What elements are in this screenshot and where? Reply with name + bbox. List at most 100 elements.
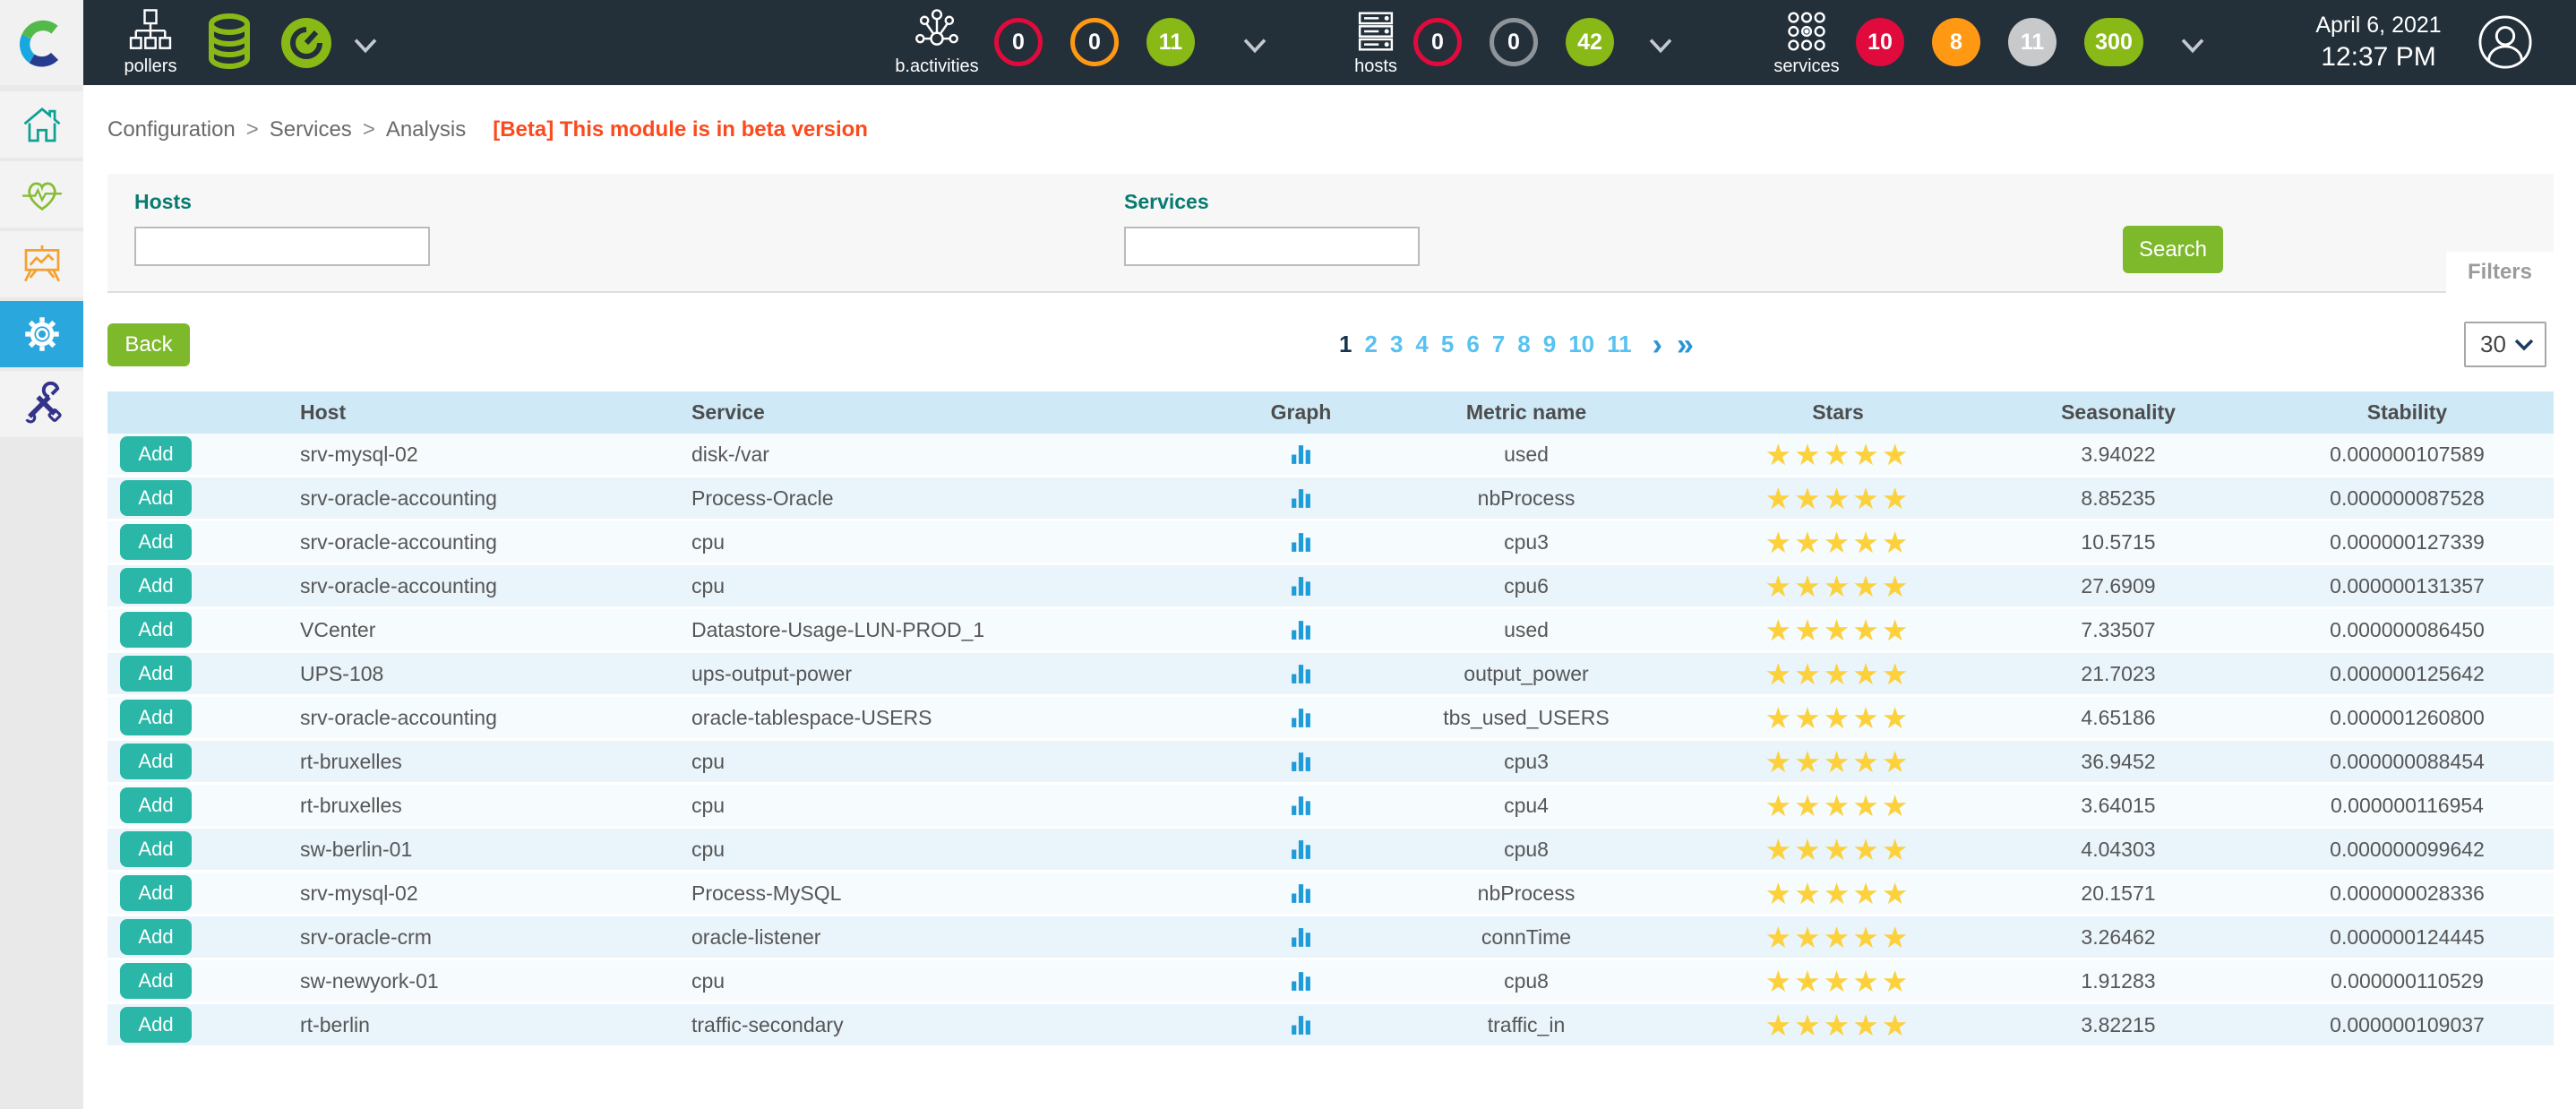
pagination: 123456789 10 11 › » bbox=[1333, 331, 1694, 358]
status-counter[interactable]: 42 bbox=[1566, 18, 1614, 66]
pollers-status[interactable]: pollers bbox=[115, 0, 186, 85]
services-filter-input[interactable] bbox=[1124, 227, 1420, 266]
page-link[interactable]: 9 bbox=[1543, 331, 1556, 358]
metric-cell: connTime bbox=[1352, 916, 1700, 958]
table-row: Addsrv-oracle-accountingcpucpu3★★★★★10.5… bbox=[107, 521, 2554, 565]
search-button[interactable]: Search bbox=[2123, 226, 2223, 273]
add-button[interactable]: Add bbox=[120, 831, 192, 867]
filters-tab[interactable]: Filters bbox=[2446, 252, 2554, 293]
stability-cell: 0.000000086450 bbox=[2261, 609, 2554, 650]
add-button[interactable]: Add bbox=[120, 612, 192, 648]
page-link[interactable]: 6 bbox=[1466, 331, 1479, 358]
graph-link[interactable] bbox=[1289, 750, 1313, 774]
add-button[interactable]: Add bbox=[120, 568, 192, 604]
graph-link[interactable] bbox=[1289, 969, 1313, 993]
pollers-chevron-icon[interactable] bbox=[351, 36, 380, 60]
status-counter[interactable]: 8 bbox=[1932, 18, 1980, 66]
host-cell: srv-mysql-02 bbox=[300, 873, 691, 914]
add-button[interactable]: Add bbox=[120, 744, 192, 779]
stars-cell: ★★★★★ bbox=[1700, 741, 1976, 782]
graph-link[interactable] bbox=[1289, 618, 1313, 642]
graph-link[interactable] bbox=[1289, 1013, 1313, 1037]
ba-chevron-icon[interactable] bbox=[1241, 36, 1269, 60]
clock-date: April 6, 2021 bbox=[2315, 13, 2441, 39]
page-link[interactable]: 1 bbox=[1339, 331, 1352, 358]
stability-cell: 0.000000099642 bbox=[2261, 829, 2554, 870]
clock: April 6, 2021 12:37 PM bbox=[2300, 0, 2457, 85]
stars-cell: ★★★★★ bbox=[1700, 1004, 1976, 1045]
service-cell: Process-MySQL bbox=[691, 873, 1249, 914]
poller-latency-gauge-icon[interactable] bbox=[278, 13, 335, 76]
graph-link[interactable] bbox=[1289, 794, 1313, 818]
add-button[interactable]: Add bbox=[120, 524, 192, 560]
graph-link[interactable] bbox=[1289, 881, 1313, 906]
home-icon bbox=[20, 102, 64, 147]
page-link[interactable]: 2 bbox=[1364, 331, 1377, 358]
page-link[interactable]: 5 bbox=[1441, 331, 1454, 358]
last-page-icon[interactable]: » bbox=[1677, 333, 1694, 357]
service-cell: oracle-listener bbox=[691, 916, 1249, 958]
page-link[interactable]: 3 bbox=[1390, 331, 1403, 358]
status-counter[interactable]: 0 bbox=[1490, 18, 1538, 66]
add-button[interactable]: Add bbox=[120, 875, 192, 911]
add-button[interactable]: Add bbox=[120, 700, 192, 735]
host-cell: UPS-108 bbox=[300, 653, 691, 694]
status-counter[interactable]: 11 bbox=[1146, 18, 1195, 66]
host-cell: srv-oracle-accounting bbox=[300, 565, 691, 606]
page-link[interactable]: 11 bbox=[1607, 331, 1632, 358]
graph-link[interactable] bbox=[1289, 706, 1313, 730]
graph-link[interactable] bbox=[1289, 925, 1313, 950]
add-button[interactable]: Add bbox=[120, 787, 192, 823]
graph-link[interactable] bbox=[1289, 838, 1313, 862]
status-counter[interactable]: 0 bbox=[1070, 18, 1119, 66]
seasonality-cell: 20.1571 bbox=[1976, 873, 2261, 914]
graph-link[interactable] bbox=[1289, 574, 1313, 598]
add-button[interactable]: Add bbox=[120, 656, 192, 692]
user-avatar-icon[interactable] bbox=[2477, 14, 2533, 74]
sidebar-item-home[interactable] bbox=[0, 91, 83, 158]
poller-database-icon[interactable] bbox=[201, 13, 258, 76]
column-header: Graph bbox=[1249, 391, 1352, 434]
breadcrumb-item[interactable]: Configuration bbox=[107, 117, 236, 142]
breadcrumb-item[interactable]: Services bbox=[270, 117, 352, 142]
sidebar-item-reporting[interactable] bbox=[0, 231, 83, 297]
status-counter[interactable]: 11 bbox=[2008, 18, 2057, 66]
status-counter[interactable]: 0 bbox=[1413, 18, 1462, 66]
sidebar-item-configuration[interactable] bbox=[0, 301, 83, 367]
star-rating: ★★★★★ bbox=[1765, 1010, 1911, 1040]
services-status[interactable]: services bbox=[1766, 0, 1847, 85]
add-button[interactable]: Add bbox=[120, 480, 192, 516]
service-cell: cpu bbox=[691, 521, 1249, 563]
graph-link[interactable] bbox=[1289, 662, 1313, 686]
page-link[interactable]: 7 bbox=[1492, 331, 1505, 358]
page-link[interactable]: 4 bbox=[1415, 331, 1428, 358]
page-link[interactable]: 10 bbox=[1568, 331, 1594, 358]
graph-link[interactable] bbox=[1289, 486, 1313, 511]
hosts-status[interactable]: hosts bbox=[1338, 0, 1413, 85]
hosts-filter-input[interactable] bbox=[134, 227, 430, 266]
services-chevron-icon[interactable] bbox=[2178, 36, 2207, 60]
status-counter[interactable]: 10 bbox=[1856, 18, 1904, 66]
hosts-chevron-icon[interactable] bbox=[1646, 36, 1675, 60]
next-page-icon[interactable]: › bbox=[1653, 333, 1662, 357]
page-size-select[interactable]: 30 bbox=[2464, 322, 2546, 367]
ba-status[interactable]: b.activities bbox=[880, 0, 993, 85]
back-button[interactable]: Back bbox=[107, 323, 190, 366]
host-cell: srv-mysql-02 bbox=[300, 434, 691, 475]
stars-cell: ★★★★★ bbox=[1700, 653, 1976, 694]
sidebar-item-administration[interactable] bbox=[0, 371, 83, 437]
star-rating: ★★★★★ bbox=[1765, 528, 1911, 557]
sidebar-item-monitoring[interactable] bbox=[0, 161, 83, 228]
status-counter[interactable]: 300 bbox=[2084, 18, 2143, 66]
graph-link[interactable] bbox=[1289, 530, 1313, 554]
add-button[interactable]: Add bbox=[120, 919, 192, 955]
add-button[interactable]: Add bbox=[120, 436, 192, 472]
breadcrumb-item[interactable]: Analysis bbox=[386, 117, 466, 142]
add-button[interactable]: Add bbox=[120, 963, 192, 999]
centreon-logo[interactable] bbox=[0, 0, 83, 85]
graph-link[interactable] bbox=[1289, 443, 1313, 467]
status-counter[interactable]: 0 bbox=[994, 18, 1043, 66]
add-button[interactable]: Add bbox=[120, 1007, 192, 1043]
table-header: HostServiceGraphMetric nameStarsSeasonal… bbox=[107, 391, 2554, 434]
page-link[interactable]: 8 bbox=[1517, 331, 1530, 358]
